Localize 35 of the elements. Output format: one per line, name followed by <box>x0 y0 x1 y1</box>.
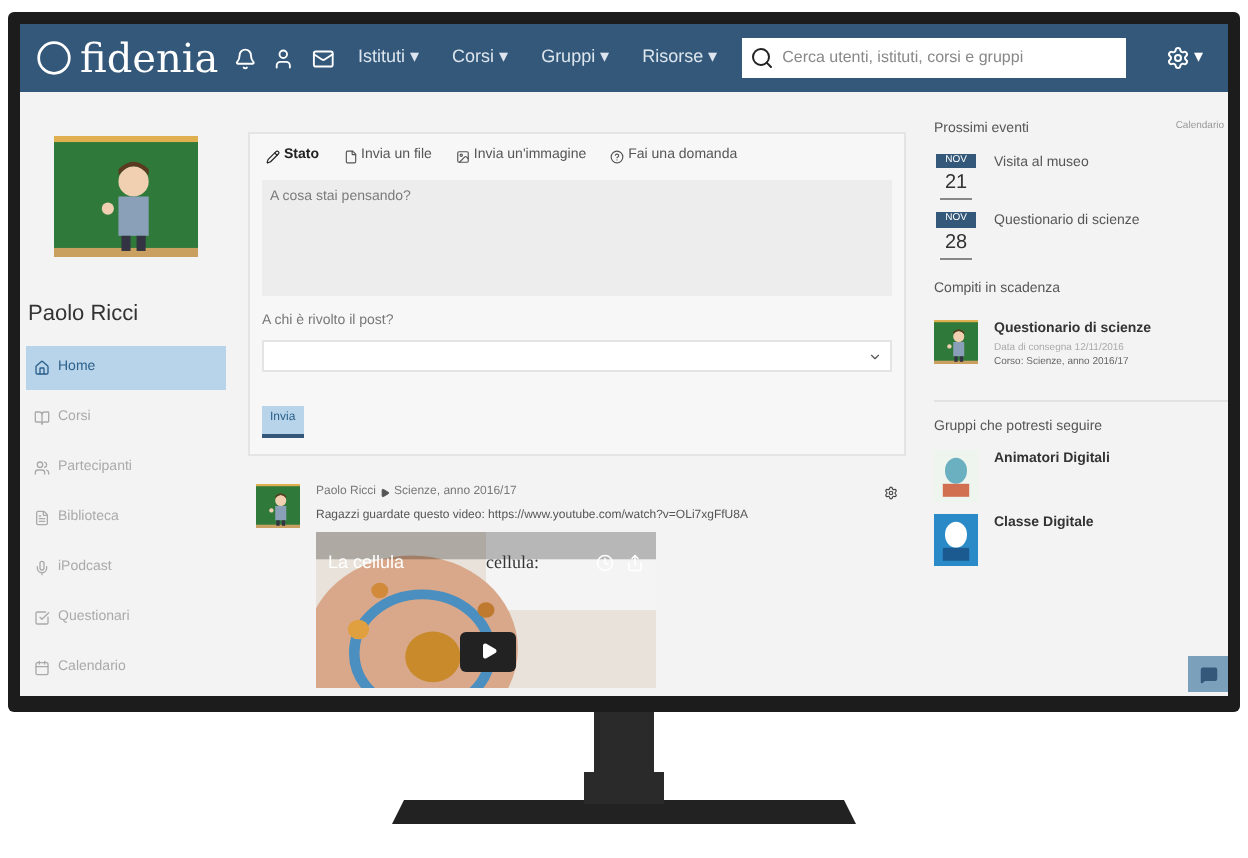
settings-icon[interactable] <box>884 485 898 499</box>
question-icon <box>610 149 625 164</box>
settings-icon <box>1166 46 1191 70</box>
play-button[interactable] <box>460 631 516 671</box>
caret-icon <box>868 349 882 363</box>
image-icon <box>455 149 470 164</box>
nav-menu[interactable]: Gruppi ▾ <box>533 44 619 72</box>
user-icon[interactable] <box>272 45 296 71</box>
nav-menu[interactable]: Risorse ▾ <box>634 44 727 72</box>
chat-button[interactable] <box>1188 656 1228 692</box>
home-icon <box>34 360 50 376</box>
bell-icon[interactable] <box>234 45 257 71</box>
logo-icon <box>36 40 72 76</box>
search-icon <box>750 46 775 70</box>
profile-name: Paolo Ricci <box>28 299 139 329</box>
event-day: 28 <box>940 227 972 259</box>
event-day: 21 <box>940 168 972 200</box>
document-icon <box>34 510 50 526</box>
microphone-icon <box>34 560 50 576</box>
logo[interactable]: fidenia <box>36 28 219 88</box>
nav-menu[interactable]: Corsi ▾ <box>444 44 518 72</box>
pencil-icon <box>266 149 280 164</box>
book-icon <box>34 410 50 426</box>
users-icon <box>34 460 50 476</box>
video-caption: cellula: <box>486 549 539 575</box>
chat-icon <box>1199 665 1217 683</box>
search-field[interactable]: Cerca utenti, istituti, corsi e gruppi <box>742 38 1127 78</box>
nav-menu[interactable]: Istituti ▾ <box>350 44 429 72</box>
play-icon <box>479 642 497 660</box>
settings-menu[interactable]: ▾ <box>1166 44 1205 72</box>
calendar-icon <box>34 660 50 676</box>
checkbox-icon <box>34 610 50 626</box>
arrow-icon <box>380 487 391 497</box>
mail-icon[interactable] <box>311 45 335 71</box>
file-icon <box>343 149 357 164</box>
